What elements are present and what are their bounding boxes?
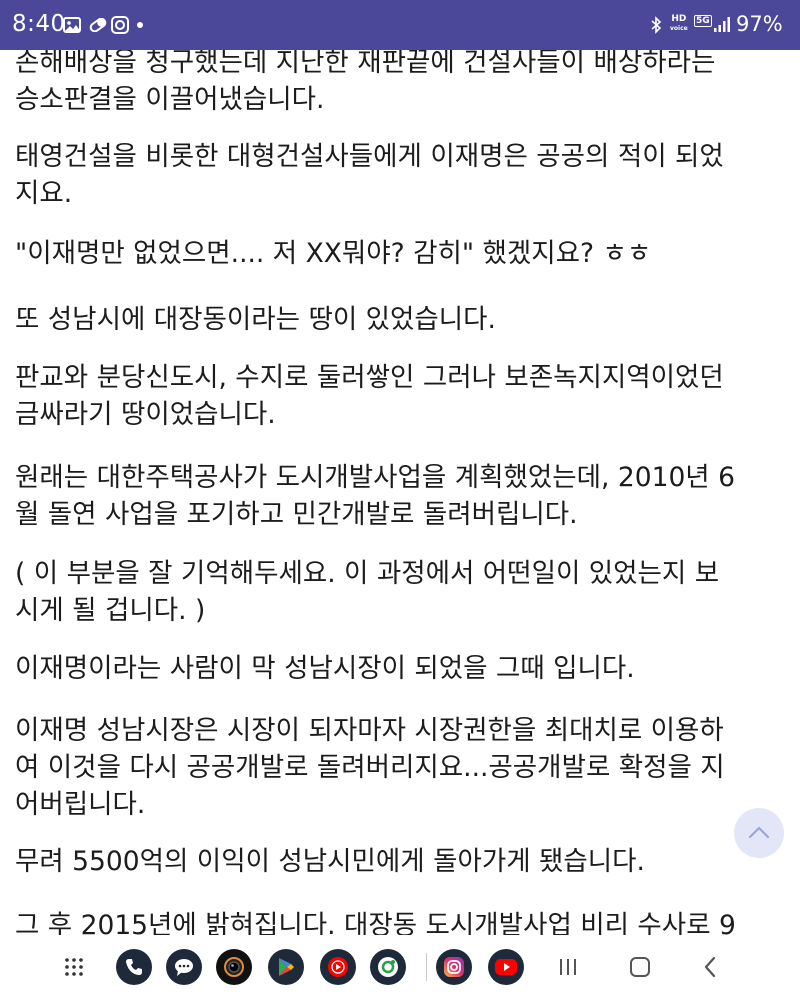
- paragraph-line: 월 돌연 사업을 포기하고 민간개발로 돌려버립니다.: [15, 499, 578, 530]
- recorder-icon[interactable]: [370, 949, 406, 985]
- paragraph-line: "이재명만 없었으면.... 저 XX뭐야? 감히" 했겠지요? ㅎㅎ: [15, 238, 652, 269]
- hd-voice-icon: HD voice: [670, 14, 688, 33]
- paragraph-line: 승소판결을 이끌어냈습니다.: [15, 84, 325, 115]
- 5g-icon: 5G: [694, 15, 712, 27]
- article-content[interactable]: 손해배상을 청구했는데 지난한 재판끝에 건설사들이 배상하라는 승소판결을 이…: [0, 50, 800, 935]
- instagram-icon[interactable]: [436, 949, 472, 985]
- clock: 8:40: [12, 11, 66, 37]
- paragraph: 손해배상을 청구했는데 지난한 재판끝에 건설사들이 배상하라는 승소판결을 이…: [15, 50, 790, 118]
- status-bar: 8:40 HD voice 5G 97%: [0, 0, 800, 50]
- paragraph-line: 이재명이라는 사람이 막 성남시장이 되었을 그때 입니다.: [15, 653, 635, 684]
- app-drawer-icon[interactable]: [56, 949, 92, 985]
- chevron-up-icon: [748, 824, 770, 843]
- paragraph-line: 손해배상을 청구했는데 지난한 재판끝에 건설사들이 배상하라는: [15, 50, 716, 78]
- paragraph-line: 금싸라기 땅이었습니다.: [15, 399, 276, 430]
- camera-icon[interactable]: [216, 949, 252, 985]
- youtube-music-icon[interactable]: [320, 949, 356, 985]
- paragraph-line: 판교와 분당신도시, 수지로 둘러쌓인 그러나 보존녹지지역이었던: [15, 362, 724, 393]
- bluetooth-icon: [648, 14, 664, 36]
- dock-separator: [426, 953, 427, 981]
- paragraph-line: 태영건설을 비롯한 대형건설사들에게 이재명은 공공의 적이 되었: [15, 141, 724, 172]
- paragraph-line: 무려 5500억의 이익이 성남시민에게 돌아가게 됐습니다.: [15, 846, 645, 877]
- paragraph-line: 어버립니다.: [15, 789, 146, 820]
- paragraph-line: 그 후 2015년에 밝혀집니다. 대장동 도시개발사업 비리 수사로 9: [15, 910, 736, 935]
- paragraph-line: 여 이것을 다시 공공개발로 돌려버리지요...공공개발로 확정을 지: [15, 752, 725, 783]
- navigation-bar: [0, 935, 800, 999]
- gallery-icon: [62, 14, 82, 36]
- paragraph: 원래는 대한주택공사가 도시개발사업을 계획했었는데, 2010년 6 월 돌연…: [15, 459, 790, 533]
- home-button[interactable]: [622, 949, 658, 985]
- paragraph: 이재명이라는 사람이 막 성남시장이 되었을 그때 입니다.: [15, 650, 790, 687]
- youtube-icon[interactable]: [488, 949, 524, 985]
- phone-icon[interactable]: [116, 949, 152, 985]
- paragraph: ( 이 부분을 잘 기억해두세요. 이 과정에서 어떤일이 있었는지 보 시게 …: [15, 555, 790, 629]
- paragraph-line: 원래는 대한주택공사가 도시개발사업을 계획했었는데, 2010년 6: [15, 462, 735, 493]
- paragraph: 태영건설을 비롯한 대형건설사들에게 이재명은 공공의 적이 되었 지요.: [15, 138, 790, 212]
- paragraph-line: 또 성남시에 대장동이라는 땅이 있었습니다.: [15, 304, 496, 335]
- play-store-icon[interactable]: [268, 949, 304, 985]
- paragraph: 그 후 2015년에 밝혀집니다. 대장동 도시개발사업 비리 수사로 9: [15, 907, 790, 935]
- paragraph: 또 성남시에 대장동이라는 땅이 있었습니다.: [15, 301, 790, 338]
- back-button[interactable]: [692, 949, 728, 985]
- paragraph: 판교와 분당신도시, 수지로 둘러쌓인 그러나 보존녹지지역이었던 금싸라기 땅…: [15, 359, 790, 433]
- camera-app-icon: [110, 14, 130, 36]
- recents-button[interactable]: [550, 949, 586, 985]
- paragraph: 무려 5500억의 이익이 성남시민에게 돌아가게 됐습니다.: [15, 843, 790, 880]
- paragraph: 이재명 성남시장은 시장이 되자마자 시장권한을 최대치로 이용하 여 이것을 …: [15, 712, 790, 823]
- paragraph: "이재명만 없었으면.... 저 XX뭐야? 감히" 했겠지요? ㅎㅎ: [15, 235, 790, 272]
- paragraph-line: 지요.: [15, 178, 73, 209]
- scroll-top-button[interactable]: [734, 808, 784, 858]
- pill-icon: [88, 14, 108, 36]
- paragraph-line: ( 이 부분을 잘 기억해두세요. 이 과정에서 어떤일이 있었는지 보: [15, 558, 720, 589]
- messages-icon[interactable]: [166, 949, 202, 985]
- notification-dot: [137, 22, 143, 28]
- battery-text: 97%: [736, 12, 783, 36]
- paragraph-line: 이재명 성남시장은 시장이 되자마자 시장권한을 최대치로 이용하: [15, 715, 724, 746]
- signal-icon: [712, 14, 732, 36]
- paragraph-line: 시게 될 겁니다. ): [15, 595, 206, 626]
